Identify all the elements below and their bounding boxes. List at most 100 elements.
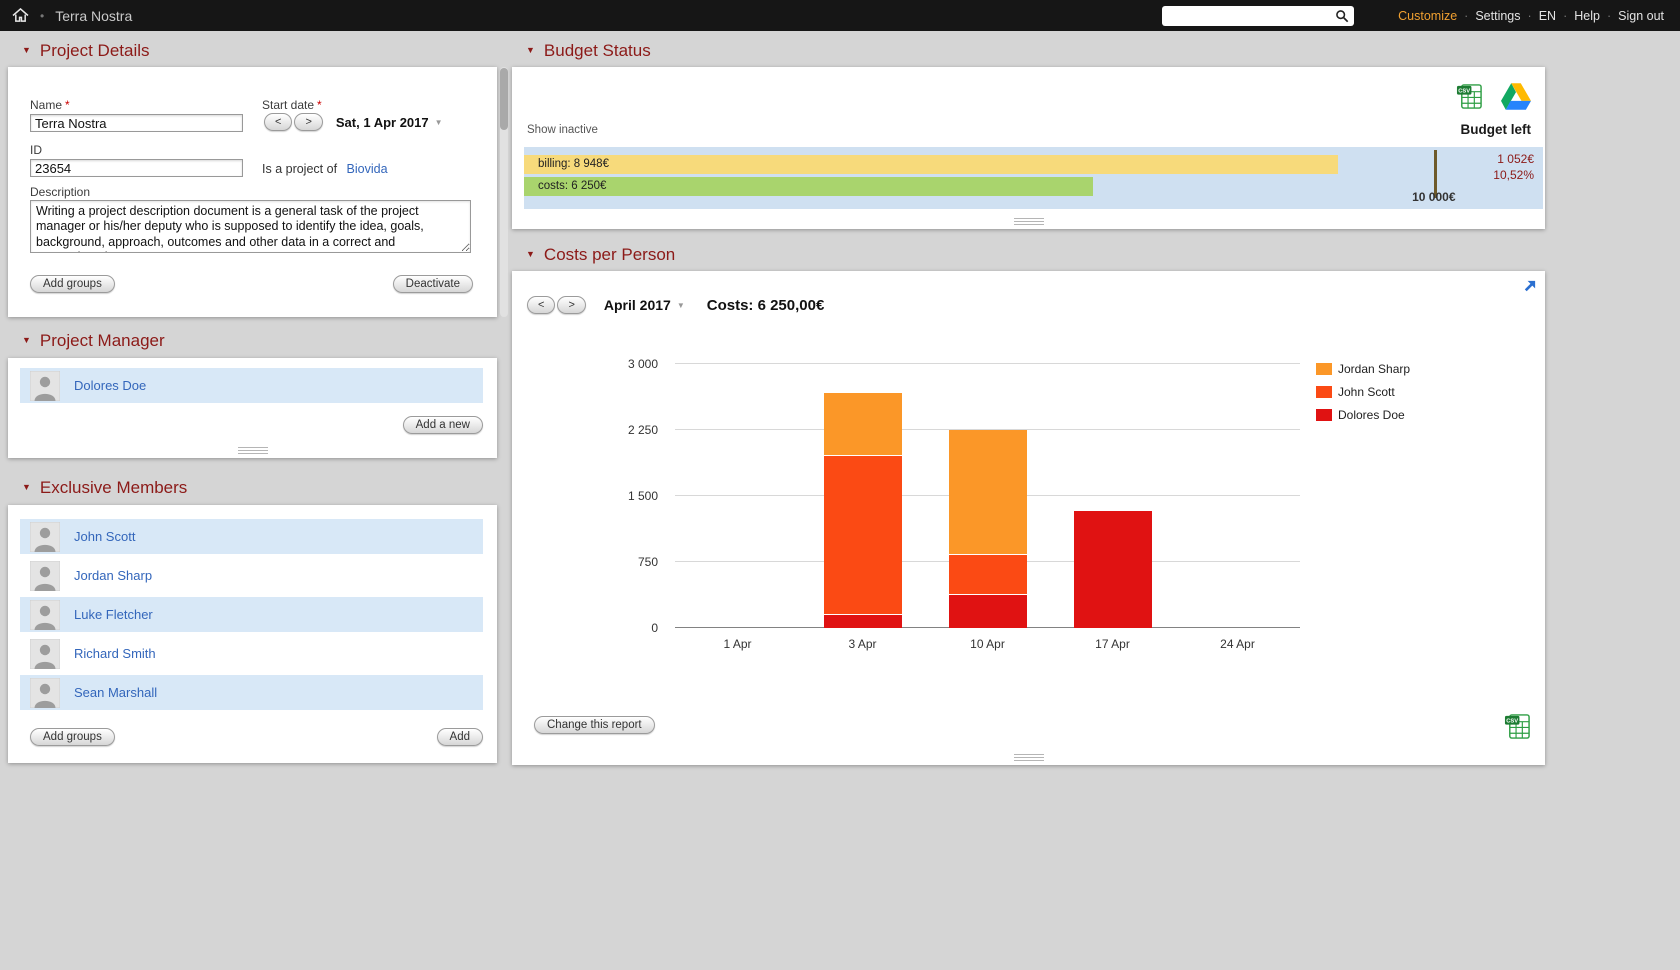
period-prev-button[interactable]: < (527, 296, 556, 314)
section-title: Budget Status (543, 41, 651, 60)
maximize-icon[interactable] (1522, 279, 1537, 299)
budget-status-card: CSV Budget left Show inactive billing: 8… (512, 67, 1545, 229)
x-tick-label: 10 Apr (970, 637, 1005, 651)
x-tick-label: 3 Apr (848, 637, 877, 651)
bar-segment (1073, 511, 1152, 628)
nav-signout[interactable]: Sign out (1618, 9, 1664, 23)
costs-total-label: Costs: 6 250,00€ (706, 296, 825, 314)
section-project-manager[interactable]: ▼ Project Manager (22, 329, 497, 353)
id-input[interactable] (30, 159, 243, 177)
legend-swatch (1316, 363, 1332, 375)
search-box (1162, 5, 1355, 28)
period-label[interactable]: April 2017 (604, 297, 671, 313)
date-next-button[interactable]: > (294, 113, 323, 131)
period-next-button[interactable]: > (557, 296, 586, 314)
scrollbar-thumb[interactable] (500, 68, 508, 130)
legend-label: John Scott (1338, 385, 1395, 399)
budget-left-label: Budget left (1460, 122, 1532, 137)
member-row[interactable]: Dolores Doe (20, 368, 483, 403)
bar-slot (1050, 364, 1175, 628)
member-row[interactable]: Luke Fletcher (20, 597, 483, 632)
nav-separator: · (1464, 8, 1469, 23)
add-a-new-button[interactable]: Add a new (402, 416, 483, 434)
section-title: Costs per Person (543, 245, 676, 264)
bar-slot (800, 364, 925, 628)
deactivate-button[interactable]: Deactivate (392, 275, 473, 293)
breadcrumb-separator: • (40, 8, 45, 23)
period-dropdown-icon[interactable]: ▼ (677, 301, 685, 310)
budget-left-percent: 10,52% (1493, 168, 1534, 182)
bar-slot (675, 364, 800, 628)
member-row[interactable]: Sean Marshall (20, 675, 483, 710)
description-label: Description (30, 185, 91, 199)
google-drive-icon[interactable] (1501, 83, 1531, 115)
member-row[interactable]: Richard Smith (20, 636, 483, 671)
nav-separator: · (1527, 8, 1532, 23)
show-inactive-toggle[interactable]: Show inactive (527, 124, 598, 136)
section-costs-per-person[interactable]: ▼ Costs per Person (526, 243, 1545, 267)
member-name-link[interactable]: Sean Marshall (74, 685, 157, 700)
section-budget-status[interactable]: ▼ Budget Status (526, 39, 1545, 63)
search-icon[interactable] (1335, 9, 1349, 28)
member-name-link[interactable]: John Scott (74, 529, 135, 544)
avatar (29, 521, 61, 552)
member-name-link[interactable]: Luke Fletcher (74, 607, 153, 622)
member-name-link[interactable]: Richard Smith (74, 646, 156, 661)
avatar (29, 638, 61, 669)
bar-segment (823, 392, 902, 457)
is-project-of: Is a project of Biovida (262, 162, 388, 176)
add-groups-button[interactable]: Add groups (30, 728, 115, 746)
parent-project-link[interactable]: Biovida (347, 162, 388, 176)
start-date-value[interactable]: Sat, 1 Apr 2017 (336, 115, 429, 130)
csv-export-icon[interactable]: CSV (1456, 83, 1483, 115)
required-mark: * (317, 98, 322, 112)
member-row[interactable]: Jordan Sharp (20, 558, 483, 593)
add-button[interactable]: Add (436, 728, 483, 746)
collapse-icon: ▼ (526, 45, 535, 55)
y-tick-label: 750 (637, 555, 658, 569)
section-exclusive-members[interactable]: ▼ Exclusive Members (22, 476, 497, 500)
member-name-link[interactable]: Jordan Sharp (74, 568, 152, 583)
date-dropdown-icon[interactable]: ▼ (435, 118, 443, 127)
collapse-icon: ▼ (22, 45, 31, 55)
section-project-details[interactable]: ▼ Project Details (22, 39, 497, 63)
budget-bar: billing: 8 948€ costs: 6 250€ 1 052€ 10,… (524, 147, 1543, 209)
home-icon[interactable] (12, 8, 29, 23)
y-tick-label: 0 (651, 621, 658, 635)
legend-swatch (1316, 409, 1332, 421)
bar-segment (823, 456, 902, 615)
legend-label: Jordan Sharp (1338, 362, 1411, 376)
add-groups-button[interactable]: Add groups (30, 275, 115, 293)
name-label: Name * (30, 98, 70, 112)
nav-help[interactable]: Help (1574, 9, 1600, 23)
bar-segment (823, 614, 902, 628)
y-axis: 0 750 1 500 2 250 3 000 (598, 357, 658, 635)
date-prev-button[interactable]: < (264, 113, 293, 131)
description-textarea[interactable]: Writing a project description document i… (30, 200, 471, 253)
scrollbar[interactable] (500, 67, 508, 317)
collapse-icon: ▼ (22, 335, 31, 345)
page-title: Terra Nostra (55, 7, 133, 24)
drag-handle[interactable] (1013, 754, 1044, 761)
period-control: < > April 2017 ▼ Costs: 6 250,00€ (527, 296, 824, 314)
legend-swatch (1316, 386, 1332, 398)
drag-handle[interactable] (1013, 218, 1044, 225)
name-input[interactable] (30, 114, 243, 132)
member-row[interactable]: John Scott (20, 519, 483, 554)
nav-language[interactable]: EN (1539, 9, 1556, 23)
costs-bar: costs: 6 250€ (524, 177, 1093, 196)
nav-customize[interactable]: Customize (1398, 9, 1457, 23)
nav-settings[interactable]: Settings (1475, 9, 1520, 23)
bar-segment (948, 430, 1027, 556)
billing-label: billing: 8 948€ (538, 158, 609, 170)
bar-slot (925, 364, 1050, 628)
drag-handle[interactable] (237, 447, 268, 454)
nav-separator: · (1563, 8, 1568, 23)
project-details-card: Name* Start date* < > Sat, 1 Apr 2017 ▼ … (8, 67, 508, 317)
member-name-link[interactable]: Dolores Doe (74, 378, 146, 393)
y-tick-label: 1 500 (627, 489, 658, 503)
csv-export-icon[interactable]: CSV (1504, 713, 1531, 745)
search-input[interactable] (1162, 5, 1355, 26)
change-report-button[interactable]: Change this report (534, 716, 655, 734)
avatar (29, 370, 61, 401)
